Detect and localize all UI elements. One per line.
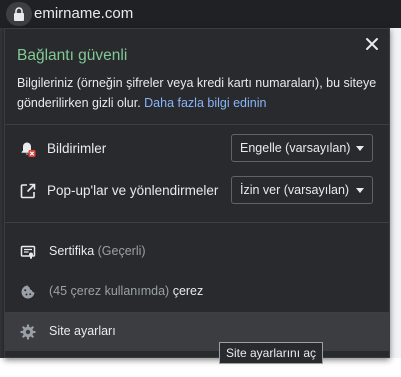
popup-redirect-icon (20, 183, 36, 199)
background-page-right (390, 28, 401, 377)
popups-select[interactable]: İzin ver (varsayılan) (231, 176, 373, 204)
certificate-status: (Geçerli) (97, 244, 146, 258)
connection-description: Bilgileriniz (örneğin şifreler veya kred… (17, 73, 377, 113)
notifications-blocked-icon (21, 142, 36, 157)
cookie-icon (21, 285, 35, 299)
divider (5, 222, 389, 223)
certificate-icon (20, 245, 36, 259)
cookies-count: (45 çerez kullanımda) (49, 284, 170, 298)
close-icon[interactable] (365, 37, 379, 51)
learn-more-link[interactable]: Daha fazla bilgi edinin (144, 96, 266, 110)
lock-icon (14, 7, 24, 21)
site-settings-label: Site ayarları (49, 324, 116, 338)
cookies-row[interactable]: (45 çerez kullanımda) çerez (5, 273, 389, 311)
certificate-row[interactable]: Sertifika (Geçerli) (5, 233, 389, 271)
permission-label: Pop-up'lar ve yönlendirmeler (47, 183, 219, 198)
url-text[interactable]: emirname.com (34, 5, 133, 22)
site-info-popup: Bağlantı güvenli Bilgileriniz (örneğin ş… (4, 28, 390, 358)
caret-down-icon (356, 146, 364, 151)
address-bar[interactable]: emirname.com (0, 0, 401, 28)
connection-status-title: Bağlantı güvenli (17, 47, 128, 64)
site-info-button[interactable] (6, 2, 32, 26)
select-value: İzin ver (varsayılan) (240, 183, 350, 197)
background-page-bottom (0, 358, 401, 377)
cookies-label: (45 çerez kullanımda) çerez (49, 284, 203, 298)
notifications-select[interactable]: Engelle (varsayılan) (231, 134, 373, 162)
gear-icon (20, 324, 36, 340)
caret-down-icon (356, 188, 364, 193)
cookies-label-text: çerez (172, 284, 204, 298)
select-value: Engelle (varsayılan) (240, 141, 351, 155)
site-settings-row[interactable]: Site ayarları (5, 313, 389, 351)
permission-row-notifications: Bildirimler Engelle (varsayılan) (5, 132, 389, 164)
divider (5, 124, 389, 125)
certificate-label: Sertifika (Geçerli) (49, 244, 146, 258)
certificate-label-text: Sertifika (49, 244, 95, 258)
permission-row-popups: Pop-up'lar ve yönlendirmeler İzin ver (v… (5, 174, 389, 206)
permission-label: Bildirimler (47, 141, 107, 156)
site-settings-tooltip: Site ayarlarını aç (219, 342, 324, 364)
